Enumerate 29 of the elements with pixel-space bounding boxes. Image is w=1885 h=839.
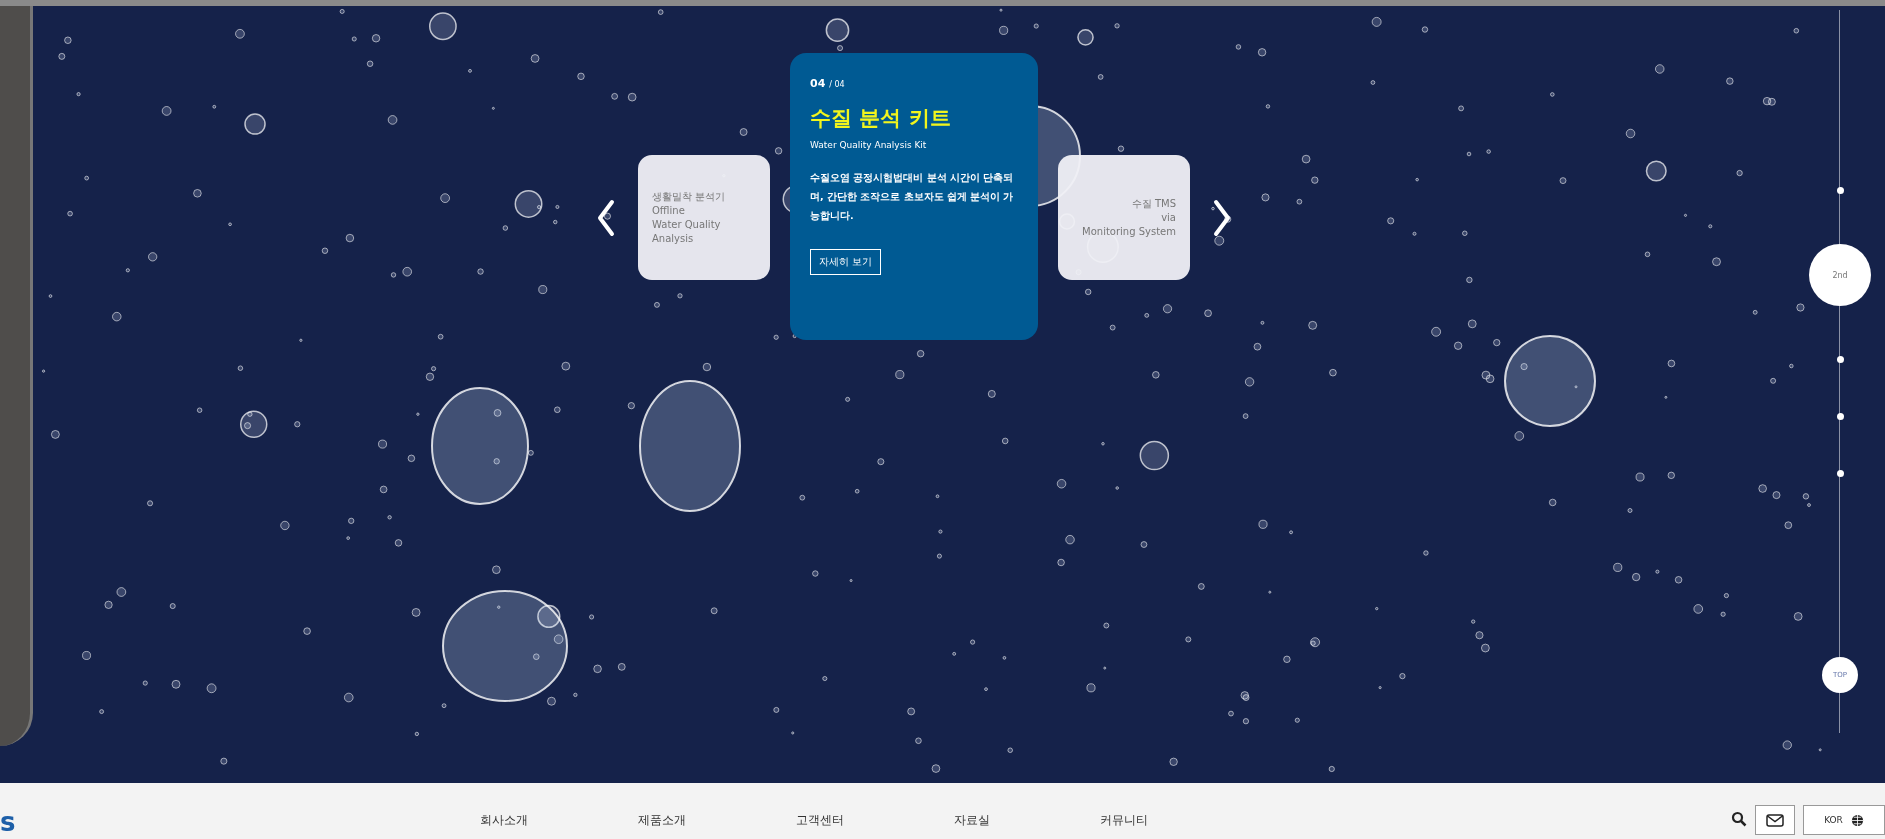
product-card[interactable]: 생활밀착 분석기 Offline Water Quality Analysis [638,155,770,280]
menu-item[interactable]: 커뮤니티 [1100,812,1148,829]
globe-icon [1850,813,1864,827]
menu-item[interactable]: 회사소개 [480,812,528,829]
product-subtitle: Water Quality Analysis [652,217,722,246]
page-indicator-dot[interactable]: 2nd [1809,244,1871,306]
product-subtitle: Offline [652,203,686,218]
product-subtitle: via [1160,210,1176,225]
product-card[interactable]: 수질 TMS via Monitoring System [1058,155,1190,280]
details-button[interactable]: 자세히 보기 [810,249,882,275]
product-name: 생활밀착 분석기 [652,189,727,204]
slide-counter: 04 / 04 [810,77,846,90]
product-description: 수질오염 공정시험법대비 분석 시간이 단축되며, 간단한 조작으로 초보자도 쉽게 분석이 가능합니다. [810,171,1015,223]
mail-button[interactable] [1755,805,1795,835]
product-subtitle: Water Quality Analysis Kit [810,140,928,150]
product-name: 수질 TMS [1130,196,1176,211]
language-button[interactable]: KOR [1803,805,1885,835]
page-indicator-dot[interactable] [1836,356,1844,363]
menu-item[interactable]: 자료실 [954,812,990,829]
search-icon[interactable] [1731,811,1747,827]
page-indicator-dot[interactable] [1836,187,1844,194]
logo[interactable]: s [0,809,480,835]
mail-icon [1766,813,1784,827]
menu-item[interactable]: 제품소개 [638,812,686,829]
product-subtitle: Monitoring System [1081,224,1176,239]
product-title: 수질 분석 키트 [810,105,952,132]
menu-item[interactable]: 고객센터 [796,812,844,829]
page-indicator-dot[interactable] [1836,470,1844,477]
page-indicator-dot[interactable] [1836,413,1844,420]
